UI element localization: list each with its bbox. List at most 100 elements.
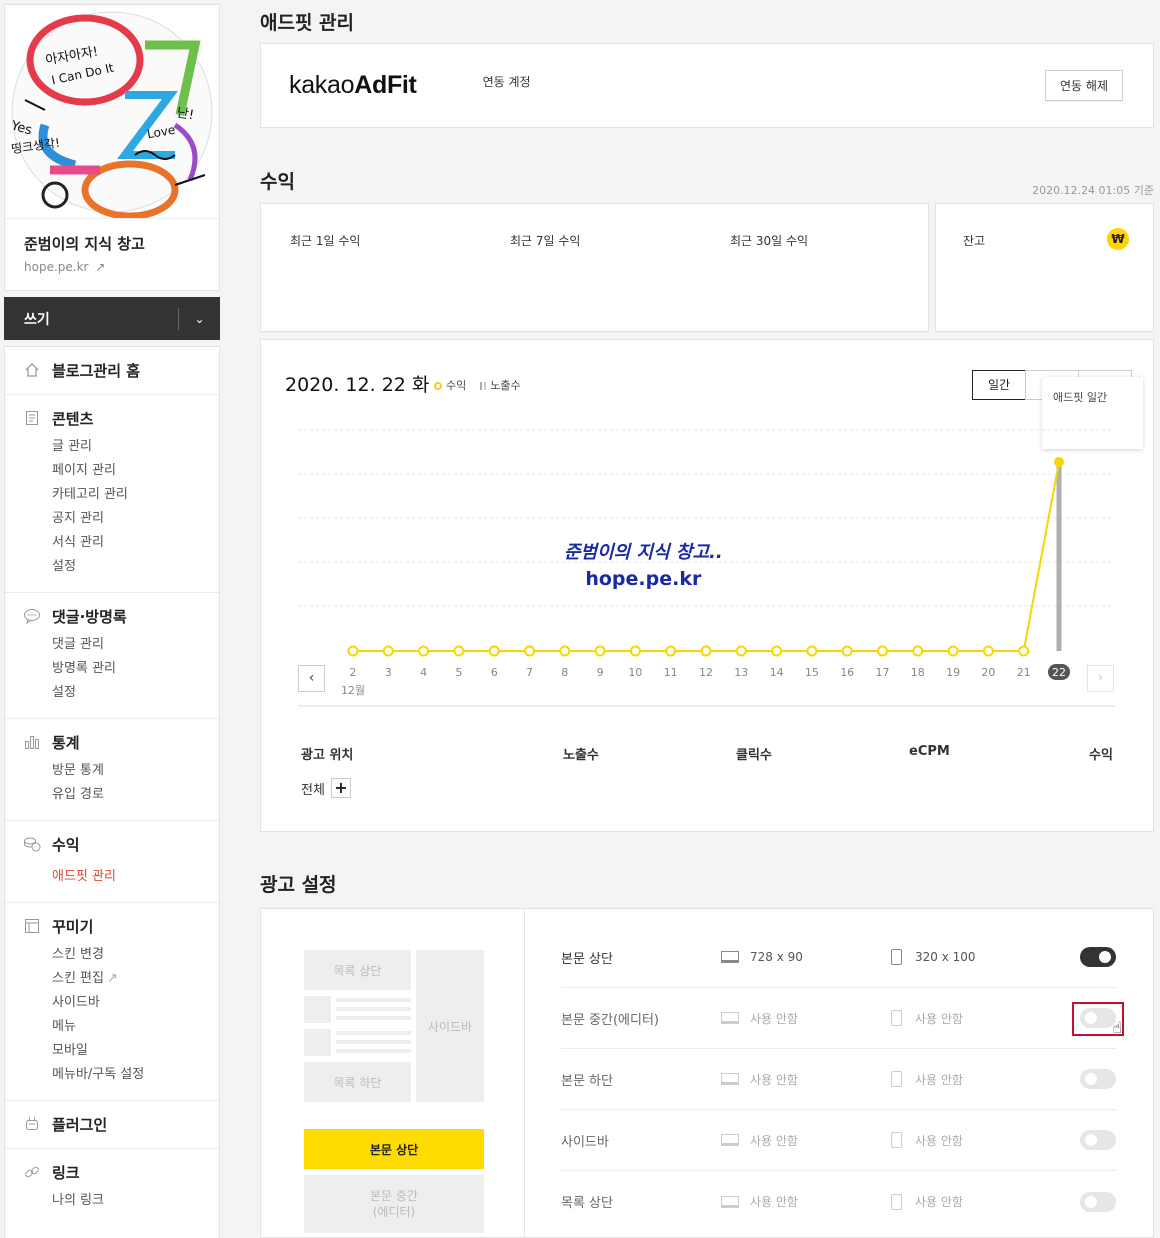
- desktop-size: 사용 안함: [721, 1193, 798, 1210]
- revenue-point: [877, 645, 888, 657]
- toggle-sidebar[interactable]: [1080, 1130, 1116, 1150]
- kakao-adfit-logo: kakaoAdFit: [289, 71, 417, 100]
- mobile-size-text: 320 x 100: [915, 950, 976, 964]
- revenue-30day-label: 최근 30일 수익: [730, 234, 809, 248]
- col-impressions: 노출수: [563, 748, 599, 763]
- profile-image[interactable]: 아자아자! I Can Do It Yes 띵크생각! Love 난!: [5, 5, 219, 219]
- profile-info: 준범이의 지식 창고 hope.pe.kr ↗: [5, 219, 219, 290]
- sidebar-subitem-posts[interactable]: 글 관리: [52, 435, 219, 459]
- sidebar-item-label: 수익: [52, 835, 80, 854]
- unlink-button[interactable]: 연동 해제: [1045, 70, 1123, 101]
- sidebar-item-stats[interactable]: 통계: [23, 731, 219, 753]
- sidebar-subitem-comment-manage[interactable]: 댓글 관리: [52, 633, 219, 657]
- preview-line: [336, 1040, 411, 1044]
- mobile-icon: [891, 949, 902, 965]
- sidebar: 아자아자! I Can Do It Yes 띵크생각! Love 난! 준범이의…: [4, 4, 220, 1238]
- sidebar-subitem-categories[interactable]: 카테고리 관리: [52, 483, 219, 507]
- sidebar-item-label: 댓글·방명록: [52, 607, 127, 626]
- x-tick-label: 21: [1017, 666, 1031, 679]
- hand-cursor-icon: ☝: [1112, 1018, 1122, 1037]
- skin-edit-label: 스킨 편집: [52, 971, 104, 986]
- setting-row-list-top: 목록 상단 사용 안함 사용 안함: [561, 1171, 1116, 1232]
- expand-button[interactable]: +: [330, 778, 351, 798]
- revenue-point: [735, 645, 747, 657]
- external-link-icon: ↗: [106, 971, 118, 986]
- desktop-size: 사용 안함: [721, 1132, 798, 1149]
- setting-name: 본문 중간(에디터): [561, 1012, 659, 1028]
- x-tick-label: 10: [628, 666, 642, 679]
- toggle-body-bottom[interactable]: [1080, 1069, 1116, 1089]
- col-ad-position: 광고 위치: [301, 748, 354, 763]
- sidebar-item-plugins[interactable]: 플러그인: [23, 1113, 219, 1135]
- sidebar-subitem-menu[interactable]: 메뉴: [52, 1015, 219, 1039]
- setting-name: 본문 상단: [561, 951, 613, 967]
- sidebar-subitem-skin-edit[interactable]: 스킨 편집 ↗: [52, 967, 219, 991]
- sidebar-subitem-comments-settings[interactable]: 설정: [52, 681, 219, 705]
- preview-line: [336, 1049, 411, 1053]
- setting-row-body-middle: 본문 중간(에디터) 사용 안함 사용 안함 ☝: [561, 988, 1124, 1049]
- sidebar-item-comments[interactable]: 댓글·방명록: [23, 605, 219, 627]
- blog-url-link[interactable]: hope.pe.kr ↗: [24, 260, 201, 274]
- home-icon: [23, 361, 41, 379]
- mobile-icon: [891, 1193, 902, 1210]
- sidebar-item-revenue[interactable]: 수익: [23, 833, 219, 855]
- x-tick-label: 22: [1052, 666, 1066, 679]
- mobile-size: 사용 안함: [891, 1193, 963, 1210]
- write-dropdown-button[interactable]: ⌄: [178, 307, 220, 330]
- sidebar-subitem-skin-change[interactable]: 스킨 변경: [52, 943, 219, 967]
- x-tick-label: 14: [770, 666, 784, 679]
- toggle-knob: [1099, 951, 1111, 963]
- sidebar-item-blog-home[interactable]: 블로그관리 홈: [23, 359, 219, 381]
- logo-light-text: kakao: [289, 71, 355, 99]
- sidebar-subitem-referrers[interactable]: 유입 경로: [52, 783, 219, 807]
- preview-list-bottom[interactable]: 목록 하단: [304, 1062, 411, 1102]
- sidebar-subitem-notices[interactable]: 공지 관리: [52, 507, 219, 531]
- revenue-point: [806, 645, 818, 657]
- sidebar-subitem-visit-stats[interactable]: 방문 통계: [52, 759, 219, 783]
- sidebar-item-contents[interactable]: 콘텐츠: [23, 407, 219, 429]
- blog-name[interactable]: 준범이의 지식 창고: [24, 233, 201, 254]
- revenue-summary: 최근 1일 수익 최근 7일 수익 최근 30일 수익 잔고 ₩: [260, 203, 1154, 332]
- setting-name: 사이드바: [561, 1134, 609, 1150]
- sidebar-subitem-contents-settings[interactable]: 설정: [52, 555, 219, 579]
- toggle-body-top[interactable]: [1080, 947, 1116, 967]
- preview-body-middle[interactable]: 본문 중간 (에디터): [304, 1175, 484, 1233]
- toggle-knob: [1085, 1073, 1097, 1085]
- preview-thumb-1: [304, 996, 331, 1023]
- logo-bold-text: AdFit: [354, 71, 417, 99]
- sidebar-subitem-adfit[interactable]: 애드핏 관리: [52, 865, 219, 889]
- x-tick-label: 5: [455, 666, 462, 679]
- link-icon: [23, 1163, 41, 1181]
- coins-icon: [23, 835, 41, 853]
- x-tick-label: 15: [805, 666, 819, 679]
- sidebar-nav: 블로그관리 홈 콘텐츠 글 관리 페이지 관리 카테고리 관리 공지 관리 서식…: [4, 346, 220, 1238]
- revenue-point: [947, 645, 959, 657]
- stats-icon: [23, 733, 41, 751]
- sidebar-item-links[interactable]: 링크: [23, 1161, 219, 1183]
- revenue-point: [1018, 645, 1030, 657]
- desktop-size: 728 x 90: [721, 950, 803, 964]
- sidebar-subitem-menubar[interactable]: 메뉴바/구독 설정: [52, 1063, 219, 1087]
- sidebar-subitem-pages[interactable]: 페이지 관리: [52, 459, 219, 483]
- toggle-list-top[interactable]: [1080, 1191, 1116, 1212]
- preview-sidebar[interactable]: 사이드바: [416, 950, 484, 1102]
- write-button[interactable]: 쓰기: [4, 309, 50, 329]
- chart-next-button[interactable]: ›: [1087, 665, 1114, 692]
- sidebar-item-design[interactable]: 꾸미기: [23, 915, 219, 937]
- preview-list-top[interactable]: 목록 상단: [304, 950, 411, 990]
- desktop-size-text: 사용 안함: [750, 1072, 798, 1087]
- nav-group-contents: 콘텐츠 글 관리 페이지 관리 카테고리 관리 공지 관리 서식 관리 설정: [5, 395, 219, 593]
- preview-thumb-2: [304, 1029, 331, 1056]
- sidebar-subitem-my-links[interactable]: 나의 링크: [52, 1189, 219, 1213]
- preview-body-top[interactable]: 본문 상단: [304, 1129, 484, 1169]
- sidebar-subitem-guestbook-manage[interactable]: 방명록 관리: [52, 657, 219, 681]
- sidebar-subitem-sidebar[interactable]: 사이드바: [52, 991, 219, 1015]
- sidebar-subitem-mobile[interactable]: 모바일: [52, 1039, 219, 1063]
- revenue-point: [453, 645, 465, 657]
- sidebar-subitem-templates[interactable]: 서식 관리: [52, 531, 219, 555]
- x-tick-label: 8: [561, 666, 568, 679]
- desktop-icon: [721, 951, 739, 963]
- write-bar: 쓰기 ⌄: [4, 297, 220, 340]
- revenue-point: [559, 645, 571, 657]
- chart-prev-button[interactable]: ‹: [298, 665, 325, 692]
